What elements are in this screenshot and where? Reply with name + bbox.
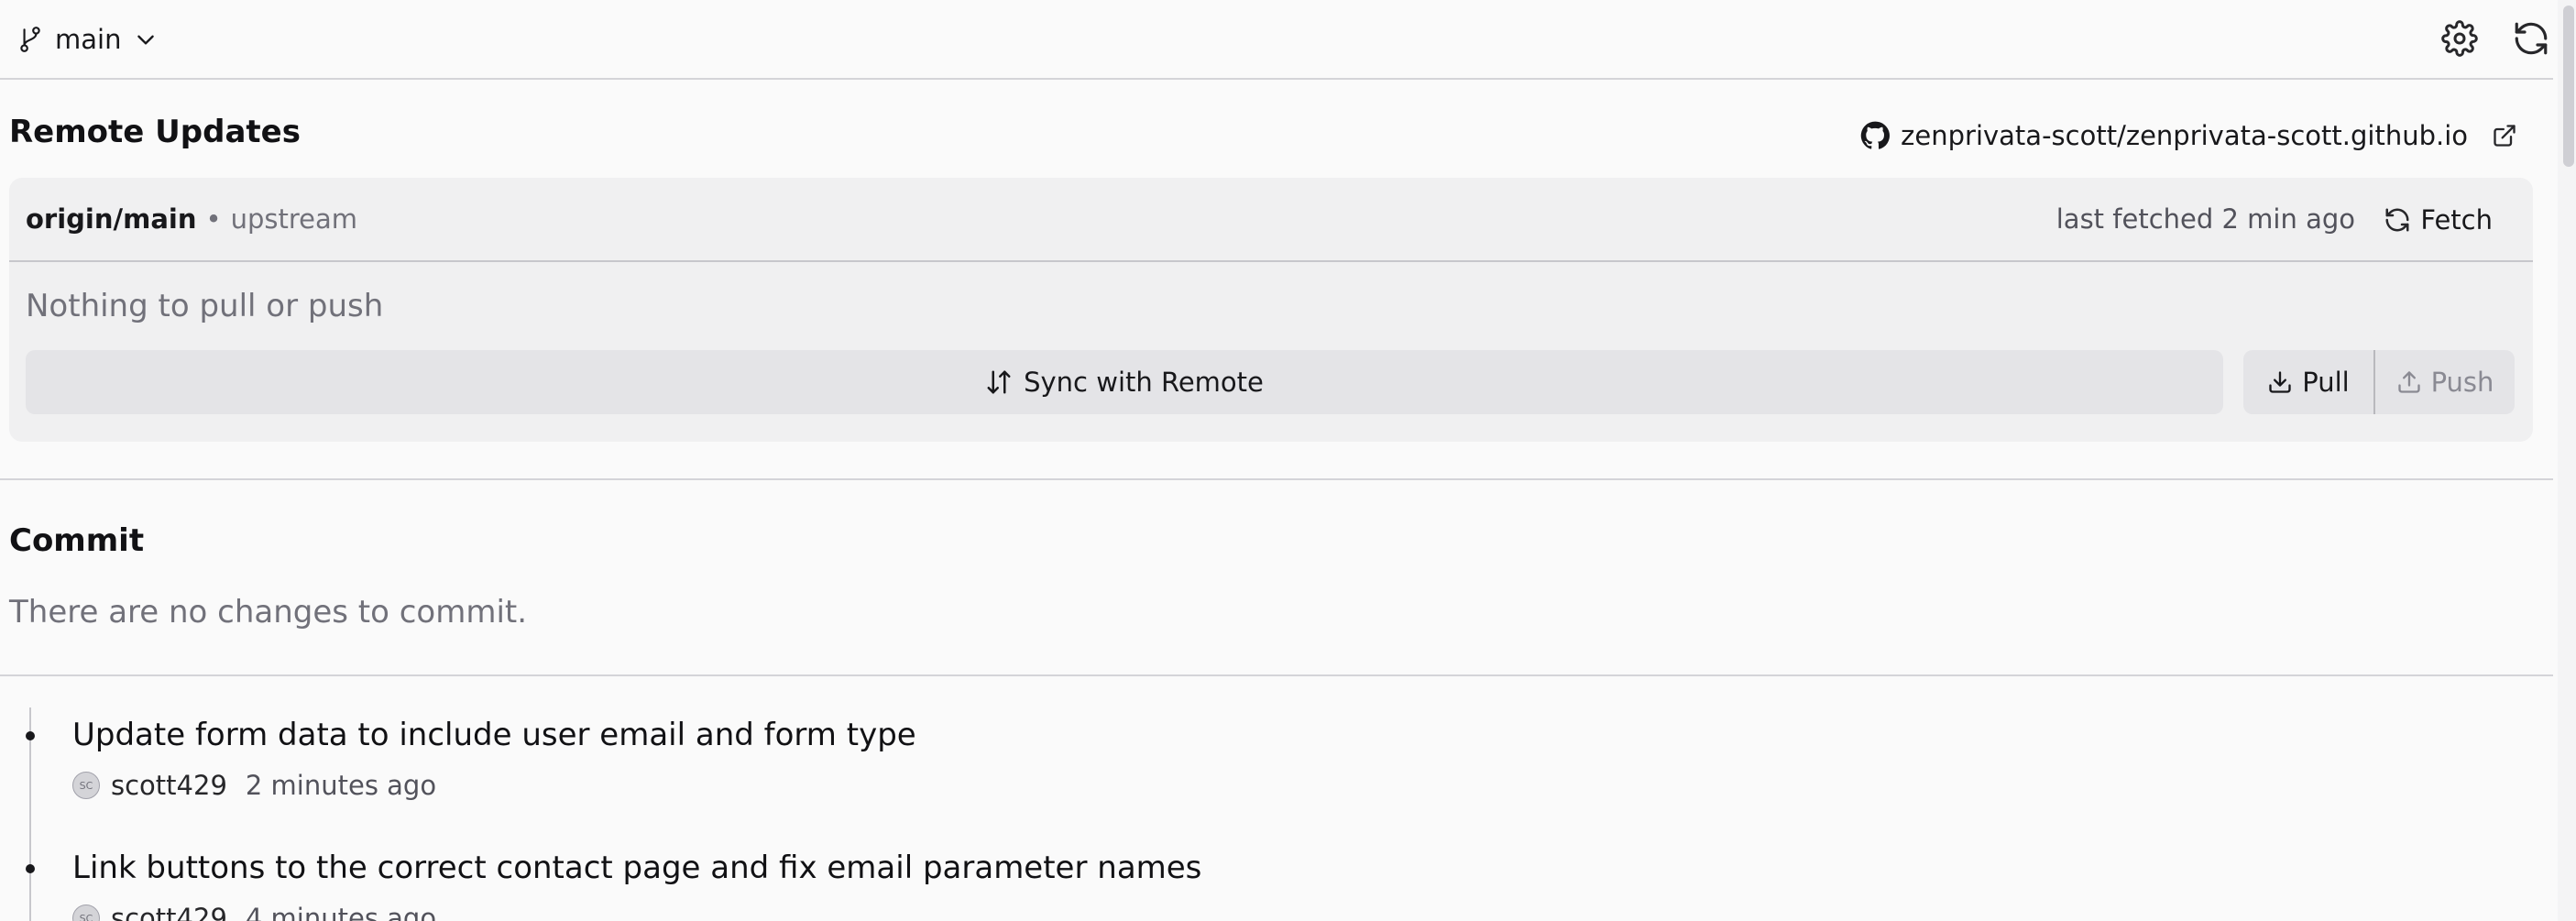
gear-icon: [2441, 20, 2478, 57]
commit-dot: [26, 864, 35, 873]
commit-meta: SC scott429 2 minutes ago: [72, 770, 436, 801]
commit-meta: SC scott429 4 minutes ago: [72, 903, 436, 921]
scrollbar-thumb[interactable]: [2563, 5, 2574, 167]
external-link-icon: [2492, 123, 2517, 148]
git-branch-icon: [18, 26, 42, 53]
settings-button[interactable]: [2438, 16, 2482, 60]
avatar: SC: [72, 772, 100, 799]
branch-name: main: [55, 24, 122, 55]
commit-dot: [26, 731, 35, 740]
push-label: Push: [2430, 367, 2494, 398]
section-divider: [0, 674, 2553, 676]
github-icon: [1860, 121, 1891, 150]
remote-header: origin/main • upstream last fetched 2 mi…: [9, 178, 2533, 262]
repo-link[interactable]: zenprivata-scott/zenprivata-scott.github…: [1860, 114, 2517, 158]
fetch-label: Fetch: [2420, 204, 2493, 236]
fetch-button[interactable]: Fetch: [2371, 196, 2505, 244]
arrow-up-down-icon: [985, 368, 1013, 396]
upstream-label: upstream: [230, 203, 358, 235]
separator-dot: •: [205, 203, 222, 235]
avatar: SC: [72, 905, 100, 921]
sync-with-remote-button[interactable]: Sync with Remote: [26, 350, 2223, 414]
remote-card: origin/main • upstream last fetched 2 mi…: [9, 178, 2533, 442]
repo-name: zenprivata-scott/zenprivata-scott.github…: [1901, 120, 2468, 151]
push-button[interactable]: Push: [2375, 350, 2515, 414]
pull-label: Pull: [2302, 367, 2350, 398]
commit-item[interactable]: Update form data to include user email a…: [0, 707, 2474, 817]
scrollbar[interactable]: [2558, 0, 2576, 921]
chevron-down-icon: [134, 27, 158, 51]
top-bar: main: [0, 0, 2553, 80]
pull-push-group: Pull Push: [2243, 350, 2515, 414]
commit-time: 2 minutes ago: [245, 770, 437, 801]
section-divider: [0, 478, 2553, 480]
remote-branch-info: origin/main • upstream: [26, 203, 357, 235]
remote-branch-name: origin/main: [26, 203, 197, 235]
refresh-icon: [2384, 206, 2411, 234]
commit-message: Link buttons to the correct contact page…: [72, 850, 1202, 886]
last-fetched-text: last fetched 2 min ago: [2055, 203, 2355, 235]
upload-icon: [2396, 369, 2422, 395]
sync-status-text: Nothing to pull or push: [26, 288, 384, 324]
refresh-button[interactable]: [2509, 16, 2553, 60]
branch-selector[interactable]: main: [18, 20, 158, 59]
commit-message: Update form data to include user email a…: [72, 717, 916, 753]
remote-updates-title: Remote Updates: [9, 114, 301, 150]
no-changes-text: There are no changes to commit.: [9, 594, 528, 630]
commit-author: scott429: [111, 903, 227, 921]
sync-label: Sync with Remote: [1024, 367, 1264, 398]
commit-time: 4 minutes ago: [245, 903, 437, 921]
commit-author: scott429: [111, 770, 227, 801]
commit-title: Commit: [9, 522, 145, 559]
pull-button[interactable]: Pull: [2243, 350, 2375, 414]
download-icon: [2267, 369, 2293, 395]
refresh-icon: [2512, 19, 2550, 58]
commit-item[interactable]: Link buttons to the correct contact page…: [0, 840, 2474, 921]
